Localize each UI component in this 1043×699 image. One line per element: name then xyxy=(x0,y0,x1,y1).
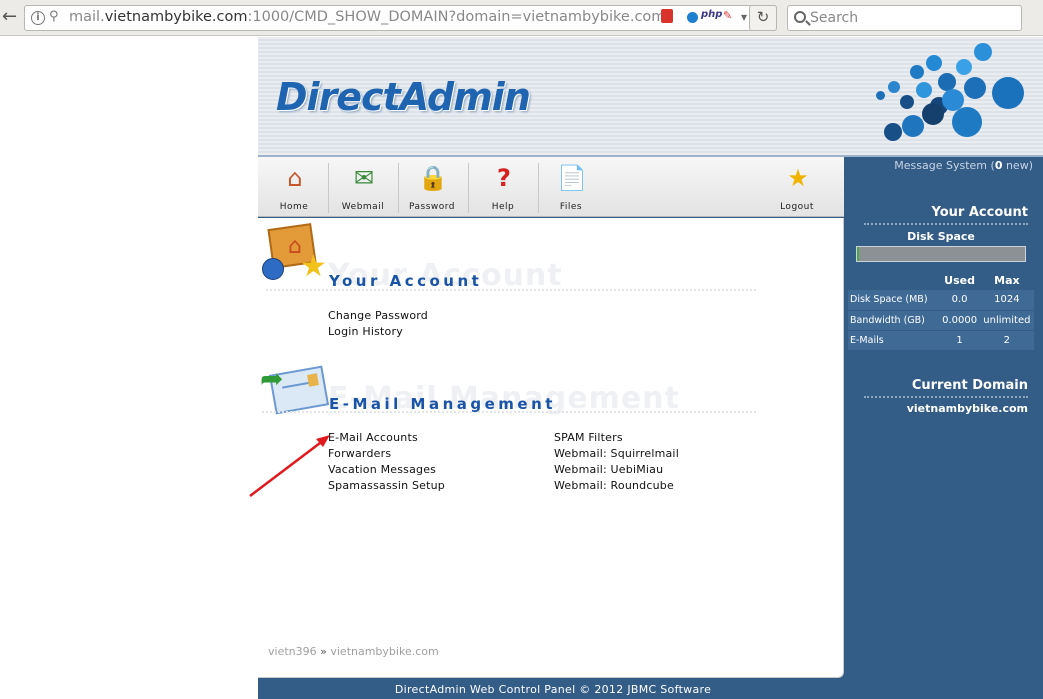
sidebar-divider xyxy=(864,396,1028,398)
spam-filters-link[interactable]: SPAM Filters xyxy=(554,431,623,444)
disk-usage-bar xyxy=(856,246,1026,262)
change-password-link[interactable]: Change Password xyxy=(328,309,428,322)
info-icon[interactable]: i xyxy=(31,11,45,25)
main-content: ⌂ ★ Your Account Your Account Change Pas… xyxy=(258,218,844,678)
current-domain-value[interactable]: vietnambybike.com xyxy=(907,402,1028,415)
row-max: 1024 xyxy=(979,290,1034,311)
usage-stats-table: Used Max Disk Space (MB) 0.0 1024 Bandwi… xyxy=(848,270,1034,351)
help-button[interactable]: ? Help xyxy=(469,157,537,217)
main-toolbar: ⌂ Home ✉ Webmail 🔒 Password ? Help 📄 Fil… xyxy=(258,157,844,217)
directadmin-panel: DirectAdmin ⌂ Home ✉ Webmail 🔒 Password … xyxy=(258,37,1043,699)
table-row: Disk Space (MB) 0.0 1024 xyxy=(848,290,1034,311)
sidebar-your-account-heading: Your Account xyxy=(931,205,1028,220)
key-icon: ⚲ xyxy=(49,9,59,24)
breadcrumb-separator: » xyxy=(320,645,327,658)
row-max: unlimited xyxy=(979,310,1034,331)
webmail-squirrelmail-link[interactable]: Webmail: Squirrelmail xyxy=(554,447,679,460)
table-row: E-Mails 1 2 xyxy=(848,330,1034,351)
globe-addon-icon[interactable] xyxy=(687,12,698,23)
home-button[interactable]: ⌂ Home xyxy=(260,157,328,217)
webmail-button[interactable]: ✉ Webmail xyxy=(329,157,397,217)
row-label: Bandwidth (GB) xyxy=(848,310,940,331)
files-button[interactable]: 📄 Files xyxy=(537,157,605,217)
current-domain-heading: Current Domain xyxy=(911,378,1028,393)
files-icon: 📄 xyxy=(557,164,587,192)
logout-star-icon: ★ xyxy=(787,164,809,192)
row-label: E-Mails xyxy=(848,330,940,351)
table-row: Bandwidth (GB) 0.0000 unlimited xyxy=(848,310,1034,331)
address-bar[interactable]: i ⚲ mail.vietnambybike.com:1000/CMD_SHOW… xyxy=(24,5,777,31)
disk-usage-fill xyxy=(857,247,859,261)
breadcrumb-domain[interactable]: vietnambybike.com xyxy=(330,645,438,658)
flag-addon-icon[interactable] xyxy=(661,9,673,23)
vacation-messages-link[interactable]: Vacation Messages xyxy=(328,463,436,476)
browser-toolbar: ← i ⚲ mail.vietnambybike.com:1000/CMD_SH… xyxy=(0,0,1043,36)
password-button[interactable]: 🔒 Password xyxy=(398,157,466,217)
help-icon: ? xyxy=(497,164,511,192)
disk-space-label: Disk Space xyxy=(907,230,975,243)
account-section-icon: ⌂ ★ xyxy=(260,220,328,284)
home-icon: ⌂ xyxy=(287,164,303,192)
sidebar-divider xyxy=(864,223,1028,225)
annotation-arrow-icon xyxy=(249,435,330,497)
search-icon xyxy=(794,11,806,23)
row-used: 1 xyxy=(939,330,980,351)
webmail-roundcube-link[interactable]: Webmail: Roundcube xyxy=(554,479,674,492)
webmail-icon: ✉ xyxy=(353,164,375,192)
spamassassin-setup-link[interactable]: Spamassassin Setup xyxy=(328,479,445,492)
your-account-heading: Your Account xyxy=(329,272,483,290)
pen-addon-icon[interactable]: ✎ xyxy=(723,9,732,22)
message-system-link[interactable]: Message System (0 new) xyxy=(894,159,1033,172)
reload-icon[interactable]: ↻ xyxy=(749,5,777,31)
logout-button[interactable]: ★ Logout xyxy=(763,157,831,217)
lock-icon: 🔒 xyxy=(418,164,448,192)
php-addon-icon[interactable]: php xyxy=(701,9,722,20)
row-used: 0.0000 xyxy=(939,310,980,331)
email-section-icon: ➦ xyxy=(260,358,330,418)
search-input[interactable]: Search xyxy=(787,5,1022,31)
header-banner: DirectAdmin xyxy=(258,37,1043,157)
row-max: 2 xyxy=(979,330,1034,351)
back-arrow-icon[interactable]: ← xyxy=(2,7,22,27)
breadcrumb: vietn396 » vietnambybike.com xyxy=(268,645,439,658)
breadcrumb-user[interactable]: vietn396 xyxy=(268,645,317,658)
email-management-heading: E-Mail Management xyxy=(329,395,556,413)
max-column-header: Max xyxy=(994,273,1020,287)
footer-copyright: DirectAdmin Web Control Panel © 2012 JBM… xyxy=(394,683,712,696)
chevron-down-icon[interactable]: ▾ xyxy=(741,10,747,24)
url-text[interactable]: mail.vietnambybike.com:1000/CMD_SHOW_DOM… xyxy=(69,9,665,25)
login-history-link[interactable]: Login History xyxy=(328,325,403,338)
used-column-header: Used xyxy=(944,273,975,287)
email-accounts-link[interactable]: E-Mail Accounts xyxy=(328,431,418,444)
row-label: Disk Space (MB) xyxy=(848,290,940,311)
directadmin-logo: DirectAdmin xyxy=(276,75,531,119)
row-used: 0.0 xyxy=(939,290,980,311)
search-placeholder: Search xyxy=(810,10,859,26)
webmail-uebimiau-link[interactable]: Webmail: UebiMiau xyxy=(554,463,663,476)
